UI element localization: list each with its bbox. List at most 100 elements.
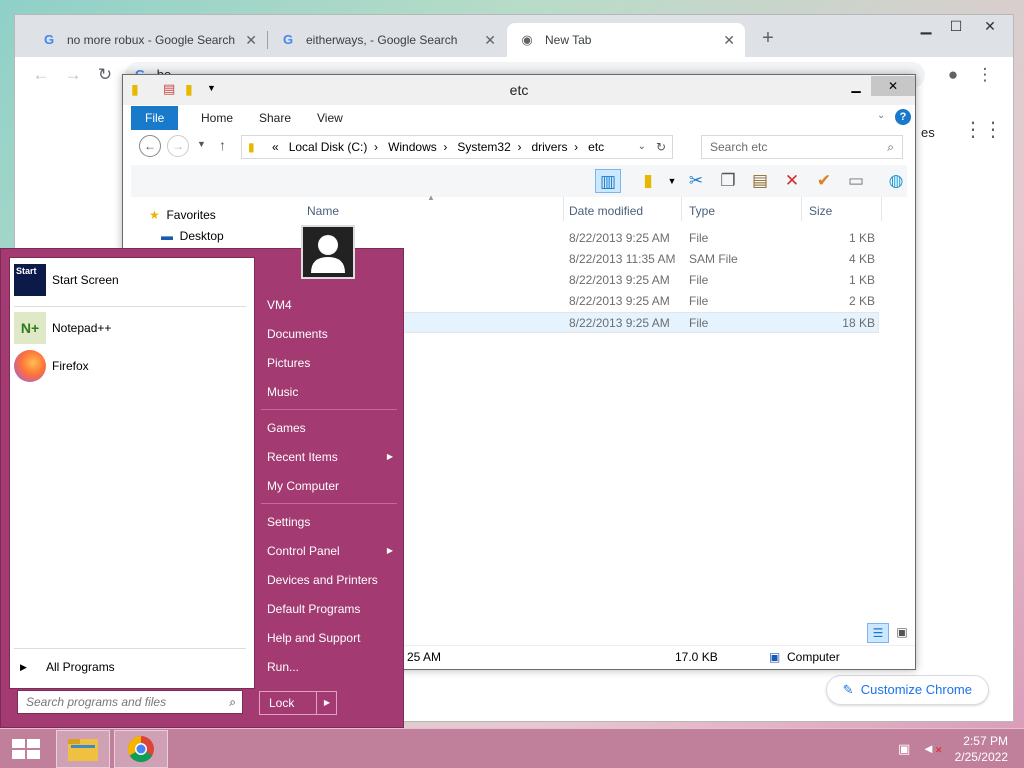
properties-dropdown-icon[interactable]: ▼ — [659, 169, 685, 193]
close-tab-icon[interactable]: ✕ — [723, 32, 735, 49]
min-btn[interactable] — [841, 76, 867, 96]
start-button[interactable] — [0, 730, 54, 768]
tab-view[interactable]: View — [303, 106, 357, 130]
program-start-screen[interactable]: Start Start Screen — [14, 262, 250, 298]
program-notepadpp[interactable]: N+ Notepad++ — [14, 310, 250, 346]
user-avatar[interactable] — [301, 225, 355, 279]
customize-chrome-button[interactable]: ✎ Customize Chrome — [825, 675, 989, 705]
start-item-devices-printers[interactable]: Devices and Printers — [259, 566, 399, 594]
minimize-button[interactable]: ▁ — [911, 15, 941, 37]
back-icon[interactable]: ← — [139, 135, 161, 157]
breadcrumb-local-disk[interactable]: Local Disk (C:) — [289, 140, 368, 154]
start-item-vm4[interactable]: VM4 — [259, 291, 399, 319]
column-name[interactable]: Name — [307, 201, 339, 221]
submenu-arrow-icon: ▶ — [386, 452, 393, 461]
tab-home[interactable]: Home — [187, 106, 247, 130]
copy-icon[interactable]: ❐ — [715, 169, 741, 193]
chrome-tab-3[interactable]: ◉ New Tab ✕ — [507, 23, 745, 57]
start-item-settings[interactable]: Settings — [259, 508, 399, 536]
start-item-music[interactable]: Music — [259, 378, 399, 406]
file-size: 1 KB — [848, 231, 875, 245]
start-item-control-panel[interactable]: Control Panel ▶ — [259, 537, 399, 565]
cut-icon[interactable]: ✂ — [683, 169, 709, 193]
breadcrumb-system32[interactable]: System32 — [457, 140, 510, 154]
file-row[interactable]: 8/22/2013 9:25 AM File 1 KB — [299, 228, 879, 249]
reload-icon[interactable]: ↻ — [93, 63, 117, 87]
file-size: 2 KB — [848, 294, 875, 308]
nav-desktop-label: Desktop — [179, 229, 224, 243]
tab-share[interactable]: Share — [245, 106, 305, 130]
chrome-tab-2[interactable]: G eitherways, - Google Search ✕ — [268, 23, 506, 57]
apps-icon[interactable]: ⋮⋮ — [963, 117, 1003, 142]
breadcrumb-windows[interactable]: Windows — [388, 140, 437, 154]
volume-muted-icon[interactable]: ◄✕ — [922, 741, 942, 756]
lock-options-arrow-icon[interactable]: ▶ — [324, 692, 330, 714]
tab-file[interactable]: File — [131, 106, 179, 130]
column-separator — [681, 197, 682, 221]
maximize-button[interactable]: ☐ — [941, 15, 971, 37]
chrome-icon: ◉ — [521, 32, 533, 47]
breadcrumb-overflow[interactable]: « — [272, 140, 279, 154]
refresh-icon[interactable]: ↻ — [656, 136, 666, 158]
address-dropdown-icon[interactable]: ⌄ — [638, 136, 646, 158]
column-date-modified[interactable]: Date modified — [569, 201, 643, 221]
start-search-input[interactable]: Search programs and files ⌕ — [17, 690, 243, 714]
profile-icon[interactable]: ● — [941, 63, 965, 87]
start-item-help-support[interactable]: Help and Support — [259, 624, 399, 652]
start-item-default-programs[interactable]: Default Programs — [259, 595, 399, 623]
up-icon[interactable]: ↑ — [219, 137, 226, 153]
network-icon[interactable]: ▣ — [898, 741, 910, 757]
search-box[interactable]: Search etc ⌕ — [701, 135, 903, 159]
address-bar[interactable]: ▮ « Local Disk (C:) › Windows › System32… — [241, 135, 673, 159]
start-item-documents[interactable]: Documents — [259, 320, 399, 348]
start-item-recent-items[interactable]: Recent Items ▶ — [259, 443, 399, 471]
paste-icon[interactable]: ▤ — [747, 169, 773, 193]
new-tab-button[interactable]: + — [753, 27, 783, 49]
start-item-my-computer[interactable]: My Computer — [259, 472, 399, 500]
taskbar-chrome[interactable] — [114, 730, 168, 768]
close-tab-icon[interactable]: ✕ — [484, 32, 496, 49]
recent-locations-icon[interactable]: ▼ — [197, 139, 206, 149]
column-size[interactable]: Size — [809, 201, 832, 221]
nav-desktop[interactable]: ▬ Desktop — [161, 226, 224, 246]
breadcrumb-etc[interactable]: etc — [588, 140, 604, 154]
globe-icon[interactable]: ◍ — [883, 169, 909, 193]
search-icon: ⌕ — [887, 140, 894, 154]
file-type: SAM File — [689, 252, 738, 266]
delete-icon[interactable]: ✕ — [779, 169, 805, 193]
expand-ribbon-icon[interactable]: ⌄ — [877, 110, 885, 121]
preview-pane-icon[interactable]: ▥ — [595, 169, 621, 193]
breadcrumb-drivers[interactable]: drivers — [531, 140, 567, 154]
triangle-right-icon: ▶ — [20, 661, 27, 672]
forward-icon[interactable]: → — [167, 135, 189, 157]
file-date: 8/22/2013 11:35 AM — [569, 252, 676, 266]
taskbar-clock[interactable]: 2:57 PM 2/25/2022 — [955, 733, 1008, 765]
lock-button[interactable]: Lock ▶ — [259, 691, 337, 715]
help-icon[interactable]: ? — [895, 109, 911, 125]
column-type[interactable]: Type — [689, 201, 715, 221]
nav-favorites[interactable]: ★ Favorites — [149, 205, 216, 225]
start-item-games[interactable]: Games — [259, 414, 399, 442]
properties-icon[interactable]: ▮ — [635, 169, 661, 193]
taskbar-explorer[interactable] — [56, 730, 110, 768]
large-icons-view-icon[interactable]: ▣ — [891, 623, 913, 643]
close-button[interactable]: ✕ — [973, 15, 1007, 37]
select-icon[interactable]: ✔ — [811, 169, 837, 193]
close-tab-icon[interactable]: ✕ — [245, 32, 257, 49]
sort-ascending-icon: ▲ — [427, 193, 435, 202]
start-item-run[interactable]: Run... — [259, 653, 399, 681]
start-item-label: Control Panel — [267, 544, 340, 558]
start-item-pictures[interactable]: Pictures — [259, 349, 399, 377]
chrome-tab-1[interactable]: G no more robux - Google Search ✕ — [29, 23, 268, 57]
rename-icon[interactable]: ▭ — [843, 169, 869, 193]
close-button[interactable]: ✕ — [871, 76, 915, 96]
all-programs[interactable]: ▶ All Programs — [14, 654, 250, 680]
program-firefox[interactable]: Firefox — [14, 348, 250, 384]
forward-icon[interactable]: → — [61, 63, 85, 87]
start-menu: Start Start Screen N+ Notepad++ Firefox … — [0, 225, 404, 728]
menu-icon[interactable]: ⋮ — [973, 63, 997, 87]
images-link-partial[interactable]: es — [921, 125, 935, 140]
back-icon[interactable]: ← — [29, 63, 53, 87]
details-view-icon[interactable]: ☰ — [867, 623, 889, 643]
google-icon: G — [43, 32, 55, 47]
